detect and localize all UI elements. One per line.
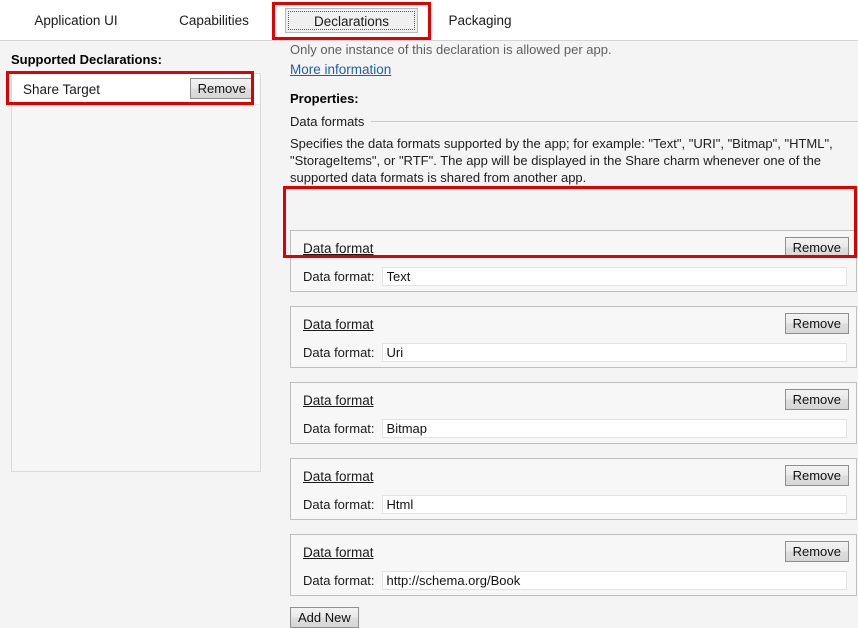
data-format-input[interactable] [381,419,847,438]
data-format-input[interactable] [381,267,847,286]
remove-data-format-button[interactable]: Remove [784,389,849,410]
data-format-field-row: Data format: [303,267,847,286]
remove-data-format-button[interactable]: Remove [784,237,849,258]
properties-heading: Properties: [290,91,359,106]
data-formats-section-header: Data formats [290,113,858,129]
remove-data-format-button[interactable]: Remove [784,541,849,562]
supported-declarations-heading: Supported Declarations: [11,52,162,67]
declaration-name-label: Share Target [23,81,101,97]
tab-packaging[interactable]: Packaging [430,8,530,33]
manifest-tabstrip: Application UI Capabilities Declarations… [0,0,858,41]
list-item[interactable]: Share Target Remove [12,74,260,105]
remove-data-format-button[interactable]: Remove [784,313,849,334]
data-format-field-row: Data format: [303,571,847,590]
data-format-field-label: Data format: [303,421,375,436]
more-information-link[interactable]: More information [290,62,391,77]
data-format-field-label: Data format: [303,269,375,284]
data-format-group: Data format Remove Data format: [290,458,857,520]
tab-application-ui[interactable]: Application UI [16,8,136,33]
data-format-group-header[interactable]: Data format [303,317,374,332]
data-format-field-row: Data format: [303,419,847,438]
data-format-field-label: Data format: [303,345,375,360]
data-format-field-row: Data format: [303,343,847,362]
data-format-input[interactable] [381,571,847,590]
declaration-properties-pane: Only one instance of this declaration is… [283,41,858,628]
data-format-group: Data format Remove Data format: [290,534,857,596]
remove-data-format-button[interactable]: Remove [784,465,849,486]
data-format-group-header[interactable]: Data format [303,545,374,560]
tab-declarations[interactable]: Declarations [285,8,418,33]
data-format-group: Data format Remove Data format: [290,230,857,292]
data-format-group: Data format Remove Data format: [290,382,857,444]
add-new-button[interactable]: Add New [290,607,359,628]
data-formats-label: Data formats [290,113,365,129]
data-format-field-label: Data format: [303,497,375,512]
data-format-input[interactable] [381,343,847,362]
supported-declarations-list[interactable]: Share Target Remove [11,73,261,472]
data-format-group-header[interactable]: Data format [303,469,374,484]
declaration-instance-note: Only one instance of this declaration is… [290,42,612,57]
tab-capabilities[interactable]: Capabilities [158,8,270,33]
data-format-group-header[interactable]: Data format [303,393,374,408]
data-formats-description: Specifies the data formats supported by … [290,136,833,185]
remove-declaration-button[interactable]: Remove [189,78,254,99]
data-format-field-row: Data format: [303,495,847,514]
data-format-field-label: Data format: [303,573,375,588]
data-format-input[interactable] [381,495,847,514]
data-format-group: Data format Remove Data format: [290,306,857,368]
section-divider [371,120,858,122]
data-format-group-header[interactable]: Data format [303,241,374,256]
